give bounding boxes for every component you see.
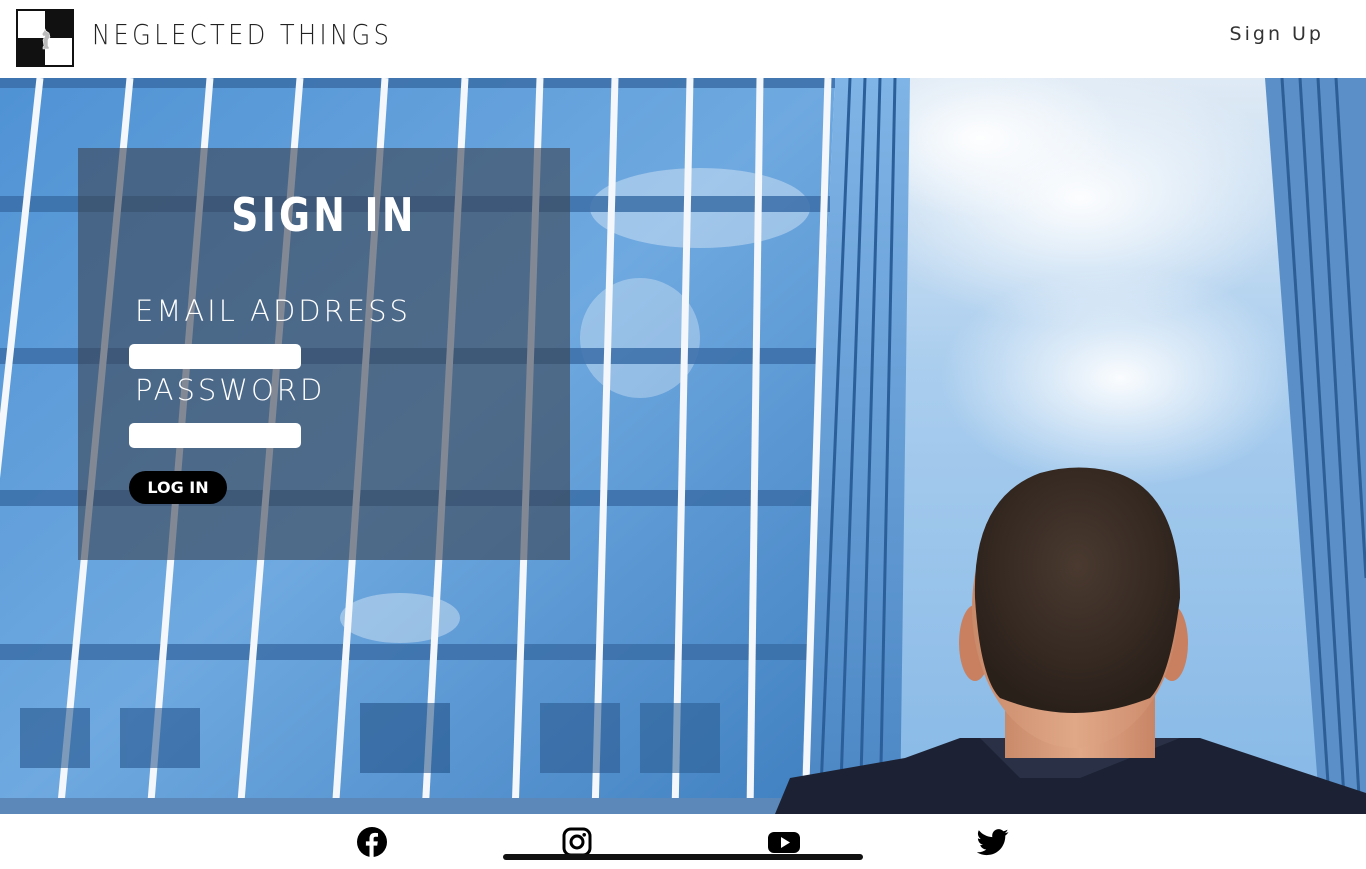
twitter-icon[interactable] — [976, 826, 1009, 858]
log-in-button[interactable]: LOG IN — [129, 471, 227, 504]
site-header: NEGLECTED THINGS Sign Up — [0, 0, 1366, 78]
email-field[interactable] — [129, 344, 301, 369]
email-label: EMAIL ADDRESS — [135, 294, 411, 328]
brand-name[interactable]: NEGLECTED THINGS — [92, 18, 392, 51]
sign-in-title: SIGN IN — [231, 188, 417, 242]
sign-up-link[interactable]: Sign Up — [1230, 23, 1324, 45]
sign-in-panel: SIGN IN EMAIL ADDRESS PASSWORD LOG IN — [78, 148, 570, 560]
facebook-icon[interactable] — [356, 826, 388, 858]
home-indicator-bar — [503, 854, 863, 860]
password-field[interactable] — [129, 423, 301, 448]
site-footer — [0, 814, 1366, 869]
chess-knight-logo-icon[interactable] — [16, 9, 74, 67]
password-label: PASSWORD — [135, 373, 326, 407]
